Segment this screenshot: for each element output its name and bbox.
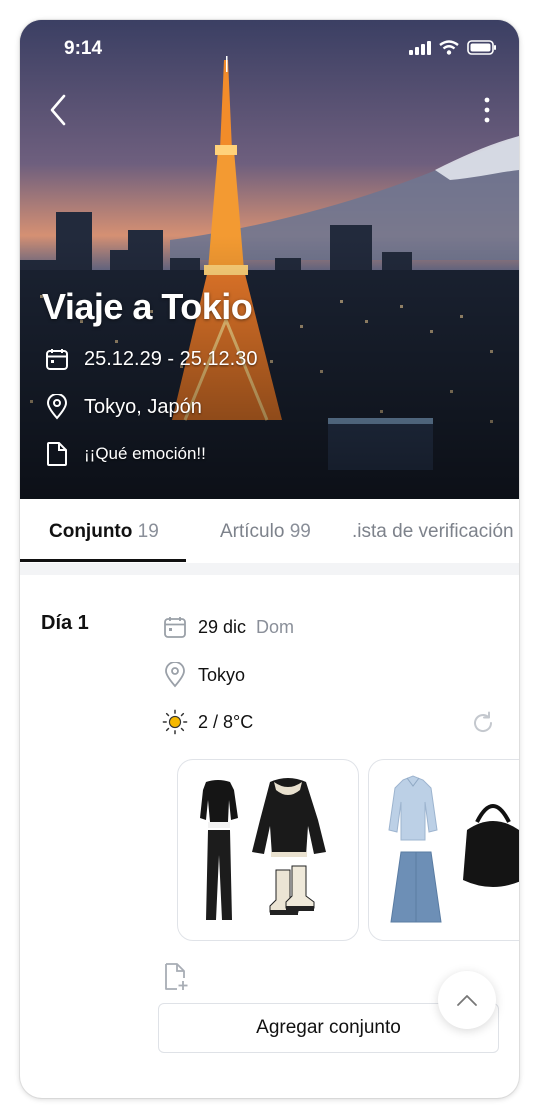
more-options-icon[interactable]	[477, 94, 497, 126]
calendar-icon	[44, 346, 70, 372]
trip-cover-image: 9:14 Viaje a Tokio 25.12.29 - 25.12.30 T…	[20, 20, 519, 499]
day-place-row: Tokyo	[162, 662, 245, 688]
tokyo-skyline-illustration	[20, 20, 519, 499]
day-place: Tokyo	[198, 664, 246, 685]
document-icon	[44, 441, 70, 467]
trip-dates: 25.12.29 - 25.12.30	[84, 347, 258, 370]
tab-checklist[interactable]: .ista de verificación	[352, 521, 514, 543]
content-tabs: Conjunto 19 Artículo 99 .ista de verific…	[20, 499, 519, 564]
scroll-to-top-button[interactable]	[438, 971, 496, 1029]
back-icon[interactable]	[44, 92, 74, 128]
status-icons	[409, 40, 497, 55]
add-outfit-icon[interactable]	[162, 962, 190, 992]
black-trousers	[206, 830, 232, 920]
tab-checklist-label: .ista de verificación	[352, 521, 514, 542]
outfit-illustration	[388, 775, 519, 923]
chevron-up-icon	[457, 995, 477, 1006]
add-outfit-label: Agregar conjunto	[256, 1017, 401, 1038]
tab-outfits-label: Conjunto	[49, 521, 133, 542]
tab-items-label: Artículo	[220, 521, 285, 542]
tab-items[interactable]: Artículo 99	[220, 521, 311, 543]
calendar-icon	[162, 614, 188, 640]
tab-items-count: 99	[289, 521, 311, 542]
active-tab-indicator	[20, 559, 186, 562]
location-pin-icon	[162, 662, 188, 688]
trip-title: Viaje a Tokio	[42, 286, 253, 327]
trip-location: Tokyo, Japón	[84, 395, 202, 418]
day-date: 29 dic	[198, 616, 247, 637]
section-divider	[20, 563, 519, 575]
trip-note: ¡¡Qué emoción!!	[84, 444, 206, 463]
battery-icon	[467, 40, 496, 55]
signal-icon	[409, 40, 431, 55]
black-top	[200, 780, 238, 822]
sun-icon	[162, 709, 188, 735]
outfit-card[interactable]	[177, 759, 359, 941]
outfit-card[interactable]	[368, 759, 519, 941]
trip-location-row: Tokyo, Japón	[44, 394, 202, 420]
day-weekday: Dom	[256, 616, 295, 637]
outfit-illustration	[200, 778, 326, 920]
tab-outfits[interactable]: Conjunto 19	[49, 521, 159, 543]
tab-outfits-count: 19	[137, 521, 159, 542]
phone-screen: 9:14 Viaje a Tokio 25.12.29 - 25.12.30 T…	[20, 20, 519, 1098]
day-label: Día 1	[41, 612, 89, 634]
trip-dates-row: 25.12.29 - 25.12.30	[44, 346, 257, 372]
wifi-icon	[439, 40, 459, 55]
trip-note-row: ¡¡Qué emoción!!	[44, 441, 206, 467]
day-weather: 2 / 8°C	[198, 711, 254, 732]
black-handbag	[475, 804, 511, 823]
day-weather-row: 2 / 8°C	[162, 709, 253, 735]
location-pin-icon	[44, 394, 70, 420]
day-date-row: 29 dic Dom	[162, 614, 294, 640]
status-time: 9:14	[64, 38, 103, 59]
refresh-icon[interactable]	[470, 710, 496, 736]
